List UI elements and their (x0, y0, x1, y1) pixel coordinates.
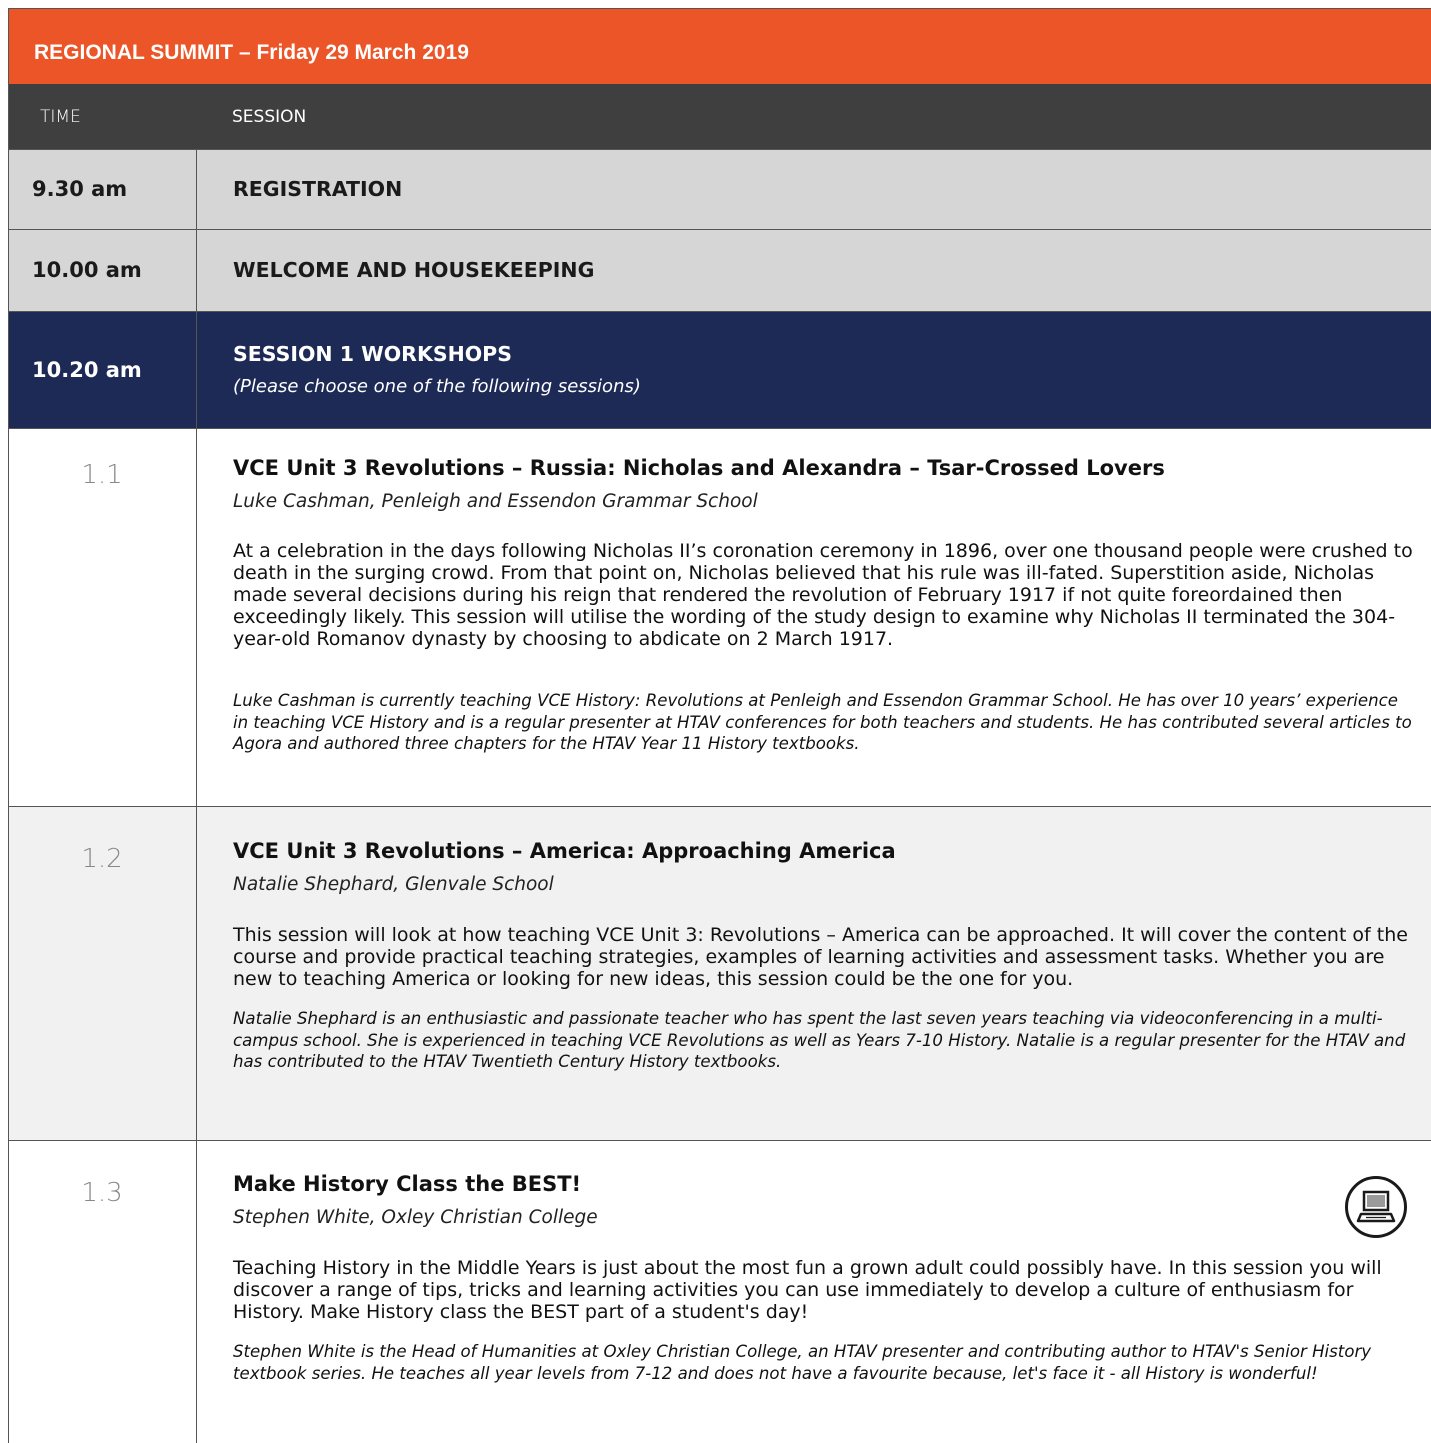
presenter-bio: Stephen White is the Head of Humanities … (233, 1342, 1372, 1383)
row-time: 9.30 am (32, 177, 128, 201)
row-time: 10.20 am (32, 358, 142, 382)
session-description: At a celebration in the days following N… (233, 540, 1413, 650)
row-note: (Please choose one of the following sess… (233, 376, 641, 397)
table-border-top (8, 8, 1431, 9)
session-presenter: Stephen White, Oxley Christian College (233, 1207, 598, 1228)
session-presenter: Natalie Shephard, Glenvale School (233, 874, 554, 895)
table-border-left (8, 8, 9, 1443)
row-divider (8, 229, 1431, 230)
row-divider (8, 428, 1431, 429)
registration-row: 9.30 am REGISTRATION (8, 149, 1431, 229)
summit-title: REGIONAL SUMMIT – Friday 29 March 2019 (34, 41, 469, 64)
session-number: 1.1 (81, 460, 123, 490)
row-divider (8, 806, 1431, 807)
session-column-header: SESSION (232, 107, 307, 127)
session-presenter: Luke Cashman, Penleigh and Essendon Gram… (233, 491, 758, 512)
summit-title-bar: REGIONAL SUMMIT – Friday 29 March 2019 (8, 8, 1431, 84)
program-page: REGIONAL SUMMIT – Friday 29 March 2019 T… (0, 0, 1431, 1443)
column-divider (196, 149, 197, 1443)
row-time: 10.00 am (32, 258, 142, 282)
computer-icon (1345, 1176, 1407, 1238)
row-divider (8, 149, 1431, 150)
session-title: Make History Class the BEST! (233, 1172, 582, 1196)
session-description: Teaching History in the Middle Years is … (233, 1257, 1382, 1323)
session-number: 1.2 (81, 844, 123, 874)
session-title: VCE Unit 3 Revolutions – Russia: Nichola… (233, 456, 1165, 480)
welcome-row: 10.00 am WELCOME AND HOUSEKEEPING (8, 229, 1431, 311)
presenter-bio: Luke Cashman is currently teaching VCE H… (233, 691, 1412, 753)
time-column-header: TIME (40, 107, 81, 127)
row-label: WELCOME AND HOUSEKEEPING (233, 258, 595, 282)
session-description: This session will look at how teaching V… (233, 924, 1408, 990)
row-label: REGISTRATION (233, 177, 403, 201)
session-number: 1.3 (81, 1178, 123, 1208)
presenter-bio: Natalie Shephard is an enthusiastic and … (233, 1009, 1406, 1071)
row-divider (8, 1140, 1431, 1141)
table-header-row: TIME SESSION (8, 84, 1431, 149)
row-divider (8, 311, 1431, 312)
row-label: SESSION 1 WORKSHOPS (233, 342, 512, 366)
session-workshops-row: 10.20 am SESSION 1 WORKSHOPS (Please cho… (8, 311, 1431, 428)
session-title: VCE Unit 3 Revolutions – America: Approa… (233, 839, 896, 863)
